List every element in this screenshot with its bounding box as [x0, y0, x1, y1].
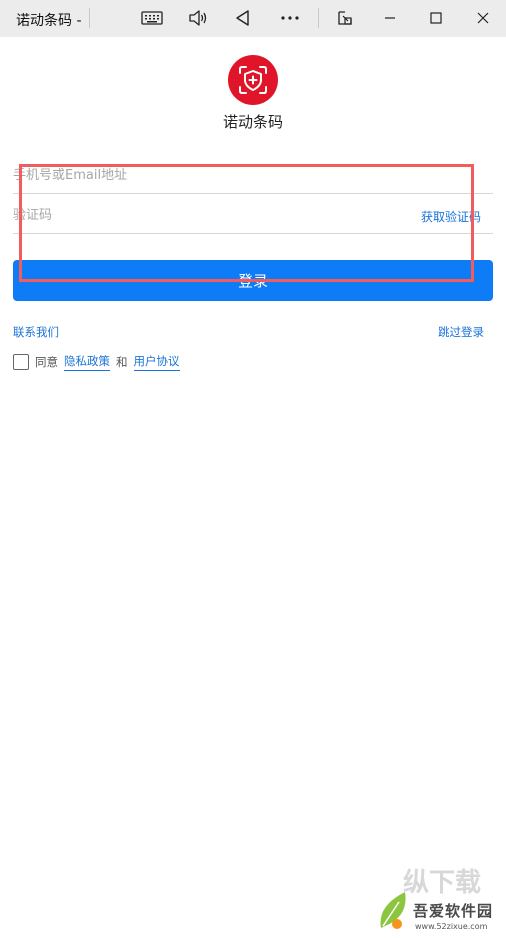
minimize-icon[interactable] — [377, 6, 403, 30]
keyboard-icon[interactable] — [139, 6, 165, 30]
agreement-checkbox[interactable] — [13, 354, 29, 370]
speaker-icon[interactable] — [185, 6, 211, 30]
window-title: 诺动条码 - — [16, 13, 82, 29]
phone-email-input[interactable] — [13, 160, 393, 190]
agreement-prefix: 同意 — [35, 355, 58, 369]
watermark-leaf-icon — [380, 892, 406, 929]
watermark-url: www.52zixue.com — [415, 922, 488, 931]
watermark: 纵下载 吾爱软件园 www.52zixue.com — [373, 860, 503, 935]
watermark-big-text: 纵下载 — [403, 868, 482, 898]
close-icon[interactable] — [470, 6, 496, 30]
maximize-icon[interactable] — [423, 6, 449, 30]
titlebar-separator — [89, 8, 90, 28]
window-titlebar: 诺动条码 - — [0, 0, 506, 37]
verification-code-field-row: 获取验证码 — [13, 200, 493, 234]
contact-us-link[interactable]: 联系我们 — [13, 324, 59, 340]
back-triangle-icon[interactable] — [230, 6, 256, 30]
picture-in-picture-icon[interactable] — [332, 6, 358, 30]
get-code-button[interactable]: 获取验证码 — [421, 208, 481, 225]
privacy-policy-link[interactable]: 隐私政策 — [64, 353, 110, 371]
login-button[interactable]: 登录 — [13, 260, 493, 301]
app-name: 诺动条码 — [222, 113, 283, 131]
skip-login-link[interactable]: 跳过登录 — [438, 324, 484, 340]
phone-email-field-row — [13, 160, 493, 194]
app-logo — [228, 55, 278, 105]
agreement-row: 同意 隐私政策 和 用户协议 — [13, 353, 186, 371]
verification-code-input[interactable] — [13, 200, 393, 230]
more-dots-icon[interactable] — [277, 6, 303, 30]
shield-scan-icon — [239, 66, 267, 94]
titlebar-separator — [318, 8, 319, 28]
agreement-conjunction: 和 — [116, 355, 128, 369]
watermark-main-text: 吾爱软件园 — [413, 902, 494, 920]
user-agreement-link[interactable]: 用户协议 — [133, 353, 180, 371]
